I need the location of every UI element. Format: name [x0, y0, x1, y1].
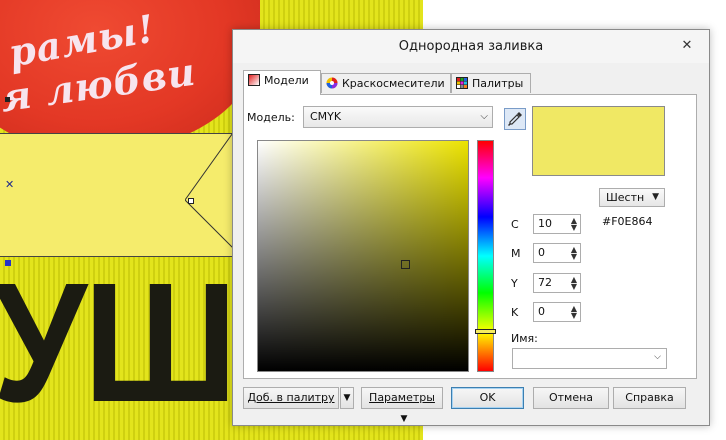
channel-c-input[interactable]: 10 ▲ ▼	[533, 214, 581, 234]
color-preview-swatch	[532, 106, 665, 176]
channel-c-label: C	[511, 218, 519, 231]
tab-color-mixers-label: Краскосмесители	[342, 77, 445, 90]
channel-k-value: 0	[538, 305, 545, 318]
eyedropper-icon	[507, 112, 522, 127]
channel-y-label: Y	[511, 277, 518, 290]
name-label: Имя:	[511, 332, 538, 345]
chevron-down-icon: ⌵	[654, 352, 661, 362]
model-dropdown-value: CMYK	[310, 110, 342, 123]
triangle-down-icon: ▼	[343, 393, 351, 403]
hex-value: #F0E864	[602, 215, 653, 228]
spinner-icon[interactable]: ▲ ▼	[571, 305, 577, 320]
triangle-down-icon: ▼	[400, 414, 408, 424]
uniform-fill-dialog: Однородная заливка ✕ Модели Краскосмесит…	[232, 29, 710, 426]
spinner-icon[interactable]: ▲ ▼	[571, 217, 577, 232]
color-wheel-icon	[326, 77, 338, 89]
selection-node[interactable]	[5, 97, 10, 102]
spinner-icon[interactable]: ▲ ▼	[571, 246, 577, 261]
channel-m-input[interactable]: 0 ▲ ▼	[533, 243, 581, 263]
tab-models-label: Модели	[264, 74, 309, 87]
options-button[interactable]: Параметры ▼	[361, 387, 443, 424]
channel-k-label: K	[511, 306, 519, 319]
selection-node[interactable]	[188, 198, 194, 204]
dialog-titlebar[interactable]: Однородная заливка ✕	[233, 30, 709, 63]
palette-grid-icon	[456, 77, 468, 89]
triangle-down-icon: ▼	[652, 192, 659, 202]
tab-color-mixers[interactable]: Краскосмесители	[321, 73, 451, 93]
help-button[interactable]: Справка	[613, 387, 686, 409]
models-icon	[248, 74, 260, 86]
tab-palettes[interactable]: Палитры	[451, 73, 531, 93]
add-to-palette-button[interactable]: Доб. в палитру	[243, 387, 339, 409]
close-button[interactable]: ✕	[673, 36, 701, 56]
ok-button[interactable]: OK	[451, 387, 524, 409]
hue-slider[interactable]	[477, 140, 494, 372]
channel-m-value: 0	[538, 246, 545, 259]
chevron-down-icon: ⌵	[480, 111, 488, 122]
hue-slider-handle[interactable]	[475, 329, 496, 334]
cancel-button[interactable]: Отмена	[533, 387, 609, 409]
picker-marker[interactable]	[401, 260, 410, 269]
channel-y-input[interactable]: 72 ▲ ▼	[533, 273, 581, 293]
eyedropper-button[interactable]	[504, 108, 526, 130]
spinner-icon[interactable]: ▲ ▼	[571, 276, 577, 291]
options-label: Параметры	[369, 391, 435, 404]
channel-m-label: M	[511, 247, 521, 260]
channel-k-input[interactable]: 0 ▲ ▼	[533, 302, 581, 322]
channel-c-value: 10	[538, 217, 552, 230]
color-format-dropdown[interactable]: Шестн ▼	[599, 188, 665, 207]
color-picker-area[interactable]	[257, 140, 469, 372]
add-to-palette-menu-button[interactable]: ▼	[340, 387, 354, 409]
tab-models[interactable]: Модели	[243, 70, 321, 95]
model-label: Модель:	[247, 111, 295, 124]
color-format-value: Шестн	[606, 191, 645, 204]
center-marker-icon[interactable]: ✕	[5, 178, 14, 191]
dialog-title: Однородная заливка	[398, 39, 544, 54]
model-dropdown[interactable]: CMYK ⌵	[303, 106, 493, 128]
name-dropdown[interactable]: ⌵	[512, 348, 667, 369]
add-to-palette-label: Доб. в палитру	[247, 391, 335, 404]
tab-palettes-label: Палитры	[472, 77, 524, 90]
channel-y-value: 72	[538, 276, 552, 289]
